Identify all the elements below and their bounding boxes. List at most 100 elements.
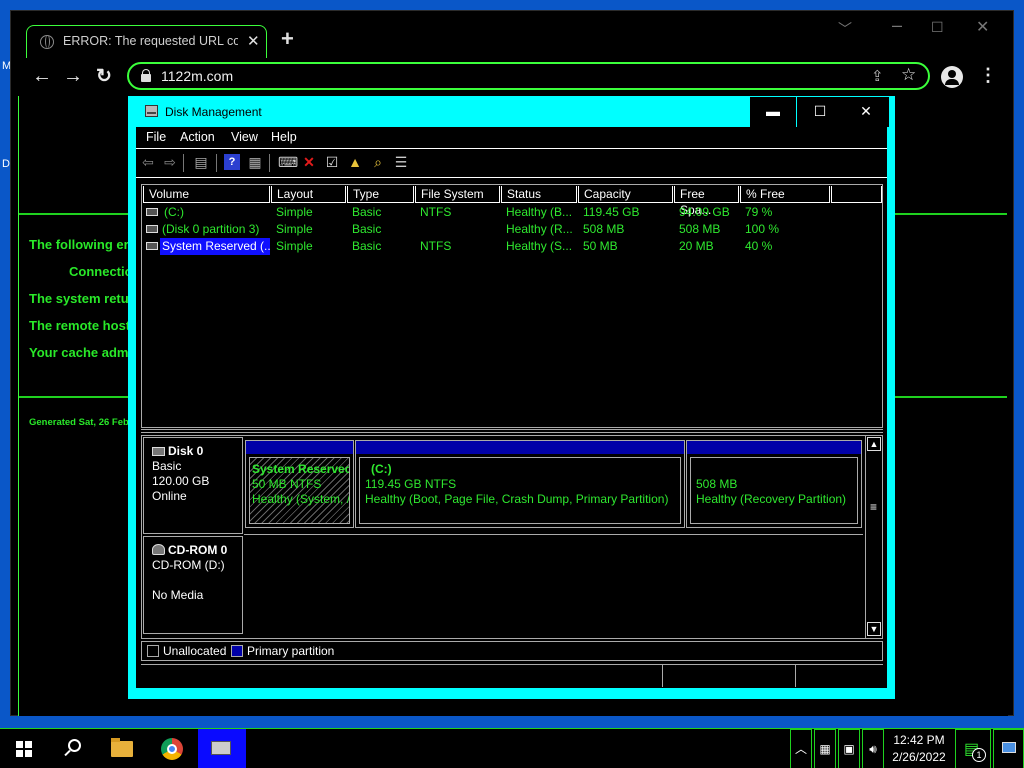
maximize-button[interactable]: ☐ [797, 97, 843, 127]
column-header-volume[interactable]: Volume [143, 186, 270, 203]
partition-system-reserved[interactable]: System Reservec 50 MB NTFS Healthy (Syst… [245, 440, 354, 528]
search-button[interactable] [48, 729, 96, 768]
column-header-type[interactable]: Type [347, 186, 414, 203]
partition-name: (C:) [371, 462, 392, 476]
profile-avatar-icon[interactable] [941, 66, 963, 88]
forward-button[interactable]: → [63, 65, 83, 88]
cell-percent-free: 100 % [745, 222, 780, 236]
clock[interactable]: 12:42 PM 2/26/2022 [885, 730, 953, 768]
table-row-selected[interactable]: System Reserved (... Simple Basic NTFS H… [142, 238, 882, 255]
back-button[interactable]: ← [32, 65, 52, 88]
disk-management-icon [145, 105, 158, 117]
connect-icon[interactable]: ⌨ [278, 154, 298, 170]
cdrom-0-label[interactable]: CD-ROM 0 CD-ROM (D:) No Media [143, 536, 243, 634]
pane-splitter[interactable] [141, 429, 883, 433]
scroll-down-icon[interactable]: ▼ [867, 622, 881, 636]
cdrom-drive: CD-ROM (D:) [152, 558, 225, 572]
partition-bar [246, 441, 353, 454]
console-tree-icon[interactable]: ▤ [193, 154, 209, 170]
volume-icon [146, 242, 158, 250]
column-header-layout[interactable]: Layout [271, 186, 346, 203]
scroll-up-icon[interactable]: ▲ [867, 437, 881, 451]
menu-action[interactable]: Action [180, 130, 215, 144]
vertical-scrollbar[interactable]: ▲ ≡ ▼ [865, 436, 882, 638]
partition-body: 508 MB Healthy (Recovery Partition) [690, 457, 858, 524]
close-button[interactable]: ✕ [976, 17, 989, 37]
error-text-line: Your cache admi [29, 345, 133, 360]
column-header-free-space[interactable]: Free Spa... [674, 186, 739, 217]
export-icon[interactable]: ▲ [347, 154, 363, 170]
partition-c[interactable]: (C:) 119.45 GB NTFS Healthy (Boot, Page … [355, 440, 685, 528]
network-button[interactable]: ▣ [838, 729, 860, 768]
back-arrow-icon[interactable]: ⇦ [140, 154, 156, 170]
reload-button[interactable]: ↻ [96, 65, 112, 88]
tab-title: ERROR: The requested URL could not be re… [63, 34, 238, 48]
disk-layout-pane: Disk 0 Basic 120.00 GB Online System Res… [141, 435, 883, 639]
show-desktop-button[interactable] [993, 729, 1024, 768]
cell-status: Healthy (B... [506, 205, 573, 219]
lock-icon[interactable] [141, 69, 151, 82]
speaker-icon: 🔊︎ [869, 742, 877, 756]
close-button[interactable]: ✕ [843, 97, 889, 127]
partition-bar [356, 441, 684, 454]
cell-free-space: 508 MB [679, 222, 721, 236]
scroll-thumb-grip-icon[interactable]: ≡ [870, 500, 877, 514]
address-bar[interactable]: 1122m.com ⇪ ☆ [127, 62, 930, 90]
hard-disk-icon [152, 447, 165, 456]
delete-icon[interactable]: ✕ [301, 154, 317, 170]
minimize-button[interactable]: – [892, 15, 902, 36]
column-header-capacity[interactable]: Capacity [578, 186, 673, 203]
list-view-icon[interactable]: ☰ [393, 154, 409, 170]
menu-help[interactable]: Help [271, 130, 297, 144]
new-tab-button[interactable]: + [281, 26, 294, 52]
volume-button[interactable]: 🔊︎ [862, 729, 884, 768]
title-bar[interactable]: Disk Management [128, 96, 748, 127]
taskbar-disk-management[interactable] [198, 729, 246, 768]
cell-layout: Simple [276, 239, 313, 253]
toolbar-separator [269, 154, 270, 172]
chevron-up-icon: ︿ [794, 742, 807, 756]
action-center-button[interactable]: ▤ 1 [955, 729, 991, 768]
tab-search-icon[interactable]: ﹀ [838, 19, 852, 39]
legend-primary-partition: Primary partition [247, 644, 335, 658]
column-header-percent-free[interactable]: % Free [740, 186, 830, 203]
tray-app-icon: ▦ [819, 742, 831, 756]
start-button[interactable] [0, 729, 48, 768]
partition-recovery[interactable]: 508 MB Healthy (Recovery Partition) [686, 440, 862, 528]
notification-count-badge: 1 [972, 748, 986, 762]
tab-strip: ERROR: The requested URL could not be re… [11, 11, 1013, 61]
url-text[interactable]: 1122m.com [161, 68, 233, 84]
volume-list: Volume Layout Type File System Status Ca… [141, 184, 883, 428]
taskbar-chrome[interactable] [148, 729, 196, 768]
disk-0-label[interactable]: Disk 0 Basic 120.00 GB Online [143, 437, 243, 534]
more-menu-icon[interactable]: ⋮ [979, 65, 997, 86]
help-icon[interactable]: ? [224, 154, 240, 170]
table-row[interactable]: (Disk 0 partition 3) Simple Basic Health… [142, 221, 882, 238]
maximize-button[interactable]: ☐ [931, 19, 944, 36]
search-folder-icon[interactable]: ⌕ [370, 154, 386, 170]
cell-capacity: 508 MB [583, 222, 625, 236]
taskbar-file-explorer[interactable] [98, 729, 146, 768]
column-header-file-system[interactable]: File System [415, 186, 500, 203]
minimize-button[interactable]: ▬ [750, 97, 796, 127]
disk-management-window: Disk Management ▬ ☐ ✕ File Action View H… [128, 96, 895, 699]
bookmark-star-icon[interactable]: ☆ [901, 65, 916, 85]
address-toolbar: ← → ↻ 1122m.com ⇪ ☆ ⋮ [11, 61, 1013, 95]
check-icon[interactable]: ☑ [324, 154, 340, 170]
tray-app-button[interactable]: ▦ [814, 729, 836, 768]
show-hidden-icons-button[interactable]: ︿ [790, 729, 812, 768]
partition-size: 119.45 GB NTFS [365, 477, 457, 491]
partition-bar [687, 441, 861, 454]
cell-type: Basic [352, 222, 382, 236]
forward-arrow-icon[interactable]: ⇨ [162, 154, 178, 170]
partition-body: System Reservec 50 MB NTFS Healthy (Syst… [249, 457, 350, 524]
menu-view[interactable]: View [231, 130, 258, 144]
share-icon[interactable]: ⇪ [871, 67, 884, 85]
menu-file[interactable]: File [146, 130, 166, 144]
table-row[interactable]: (C:) Simple Basic NTFS Healthy (B... 119… [142, 204, 882, 221]
browser-tab[interactable]: ERROR: The requested URL could not be re… [26, 25, 267, 58]
properties-icon[interactable]: ▦ [247, 154, 263, 170]
tab-close-icon[interactable]: ✕ [247, 32, 260, 50]
column-header-status[interactable]: Status [501, 186, 577, 203]
